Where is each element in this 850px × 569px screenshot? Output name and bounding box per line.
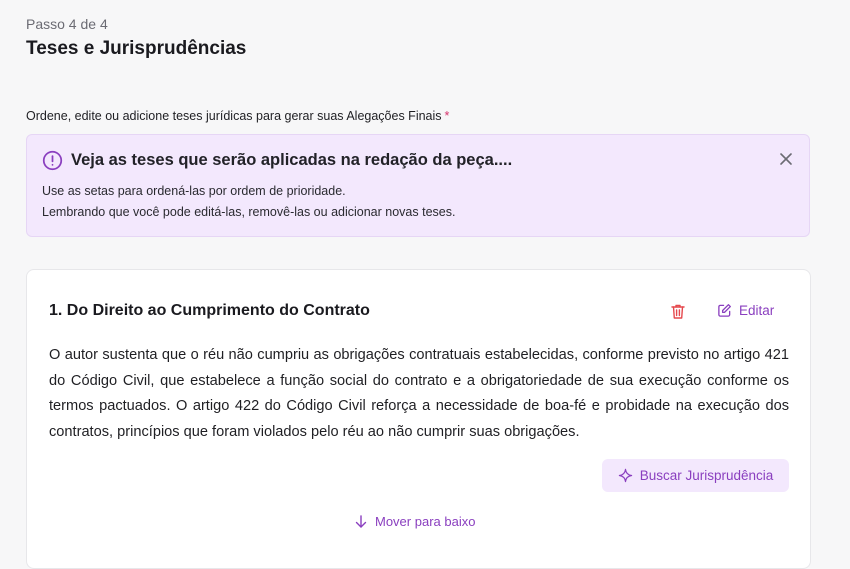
instruction-text: Ordene, edite ou adicione teses jurídica…	[26, 109, 442, 123]
thesis-title: 1. Do Direito ao Cumprimento do Contrato	[49, 302, 370, 319]
thesis-card: 1. Do Direito ao Cumprimento do Contrato…	[26, 269, 811, 569]
info-alert: Veja as teses que serão aplicadas na red…	[26, 134, 810, 237]
thesis-body: O autor sustenta que o réu não cumpriu a…	[49, 347, 789, 441]
alert-line-2: Lembrando que você pode editá-las, remov…	[42, 205, 456, 219]
edit-button[interactable]: Editar	[717, 303, 774, 318]
alert-line-1: Use as setas para ordená-las por ordem d…	[42, 184, 346, 198]
alert-title: Veja as teses que serão aplicadas na red…	[71, 151, 513, 169]
trash-icon[interactable]	[670, 303, 686, 320]
close-icon[interactable]	[779, 152, 793, 166]
page-title: Teses e Jurisprudências	[26, 38, 247, 59]
required-mark: *	[444, 109, 450, 123]
instruction-label: Ordene, edite ou adicione teses jurídica…	[26, 109, 449, 123]
move-down-label: Mover para baixo	[375, 514, 476, 529]
edit-label: Editar	[739, 303, 775, 318]
search-jurisprudence-label: Buscar Jurisprudência	[639, 468, 774, 483]
move-down-button[interactable]: Mover para baixo	[355, 514, 475, 529]
sparkle-icon	[618, 468, 632, 483]
edit-icon	[718, 304, 731, 317]
search-jurisprudence-button[interactable]: Buscar Jurisprudência	[602, 459, 789, 492]
arrow-down-icon	[355, 515, 367, 528]
alert-circle-icon	[42, 150, 63, 171]
step-indicator: Passo 4 de 4	[26, 16, 108, 32]
